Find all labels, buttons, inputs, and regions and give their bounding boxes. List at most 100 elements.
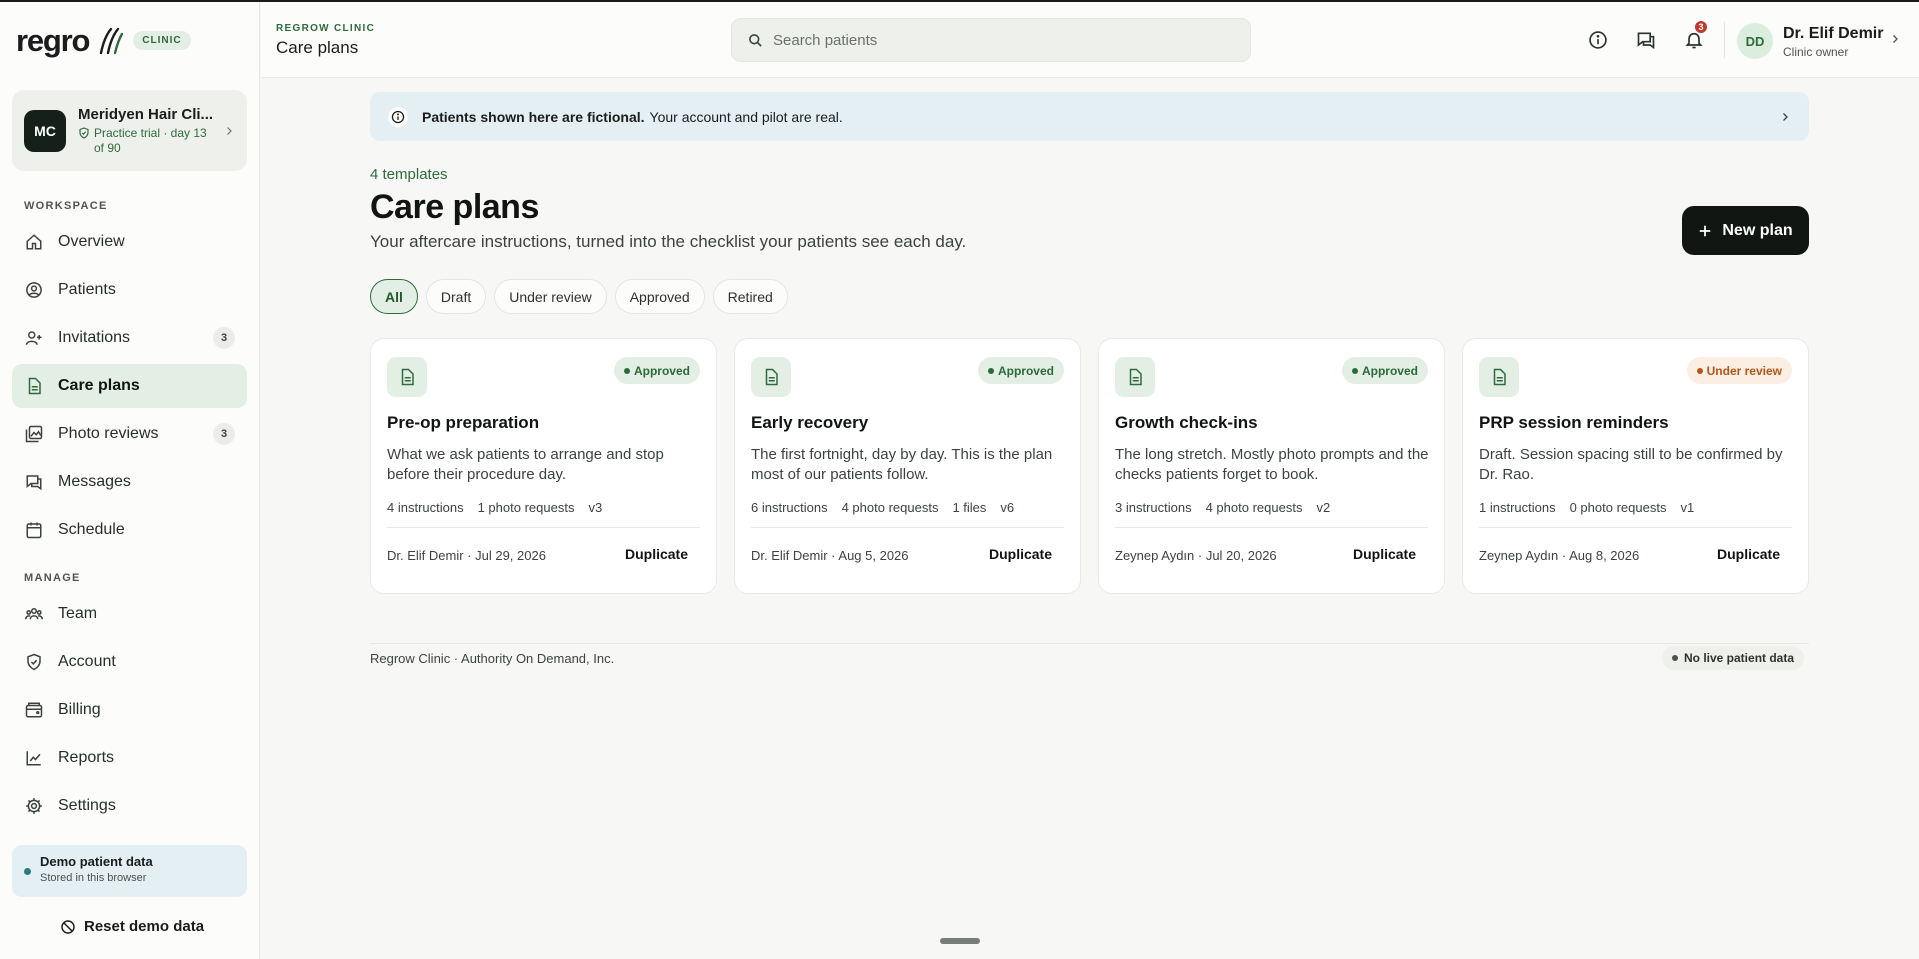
- sidebar-item-label: Care plans: [58, 377, 140, 394]
- user-role: Clinic owner: [1783, 45, 1849, 59]
- meta-instructions: 6 instructions: [751, 500, 828, 515]
- card-description: What we ask patients to arrange and stop…: [387, 446, 664, 483]
- photos-icon: [24, 424, 44, 444]
- search-box[interactable]: [731, 18, 1251, 62]
- messages-button[interactable]: [1634, 28, 1658, 52]
- chat-icon: [1637, 32, 1655, 50]
- fictional-data-banner[interactable]: Patients shown here are fictional. Your …: [370, 92, 1809, 141]
- card-description: The long stretch. Mostly photo prompts a…: [1115, 446, 1429, 483]
- divider: [1724, 22, 1725, 58]
- sidebar-item-settings[interactable]: Settings: [12, 784, 247, 828]
- filter-approved[interactable]: Approved: [614, 279, 705, 314]
- chart-icon: [24, 748, 44, 768]
- care-plan-card[interactable]: Approved Growth check-ins The long stret…: [1098, 338, 1445, 594]
- filter-draft[interactable]: Draft: [425, 279, 487, 314]
- meta-instructions: 4 instructions: [387, 500, 464, 515]
- sidebar-item-reports[interactable]: Reports: [12, 736, 247, 780]
- sidebar-item-messages[interactable]: Messages: [12, 460, 247, 504]
- reset-demo-label: Reset demo data: [84, 918, 205, 935]
- sidebar-item-schedule[interactable]: Schedule: [12, 508, 247, 552]
- avatar[interactable]: DD: [1737, 23, 1773, 59]
- clinic-chip: CLINIC: [133, 30, 191, 50]
- sidebar-item-patients[interactable]: Patients: [12, 268, 247, 312]
- sidebar-item-label: Schedule: [58, 521, 125, 538]
- calendar-icon: [24, 520, 44, 540]
- org-trial-text: Practice trial · day 13 of 90: [94, 125, 207, 155]
- sidebar-item-label: Account: [58, 653, 116, 670]
- card-meta: 4 instructions 1 photo requests v3: [387, 500, 700, 528]
- photo-reviews-count-badge: 3: [213, 423, 235, 445]
- filter-all[interactable]: All: [370, 279, 418, 314]
- no-live-data-badge: No live patient data: [1662, 646, 1805, 670]
- card-description: Draft. Session spacing still to be confi…: [1479, 446, 1783, 483]
- user-plus-icon: [24, 328, 44, 348]
- duplicate-button[interactable]: Duplicate: [1353, 546, 1416, 562]
- info-icon: [388, 106, 408, 127]
- card-meta: 1 instructions 0 photo requests v1: [1479, 500, 1792, 528]
- org-avatar: MC: [24, 109, 66, 152]
- meta-photo-requests: 0 photo requests: [1569, 500, 1667, 515]
- status-badge: Under review: [1686, 357, 1792, 384]
- footer-text: Regrow Clinic · Authority On Demand, Inc…: [370, 651, 615, 666]
- sidebar-item-label: Settings: [58, 797, 116, 814]
- reset-demo-button[interactable]: Reset demo data: [60, 918, 204, 935]
- document-icon: [1479, 357, 1519, 397]
- card-title[interactable]: Early recovery: [751, 413, 868, 433]
- meta-version: v6: [1000, 500, 1015, 515]
- status-filters: All Draft Under review Approved Retired: [370, 279, 788, 314]
- duplicate-button[interactable]: Duplicate: [1717, 546, 1780, 562]
- plus-icon: [1700, 225, 1711, 236]
- sidebar-item-team[interactable]: Team: [12, 592, 247, 636]
- card-author-date: Dr. Elif Demir · Jul 29, 2026: [387, 548, 546, 563]
- status-badge: Approved: [1341, 357, 1428, 384]
- care-plan-card[interactable]: Under review PRP session reminders Draft…: [1462, 338, 1809, 594]
- filter-under-review[interactable]: Under review: [494, 279, 607, 314]
- banner-text: Your account and pilot are real.: [649, 108, 843, 125]
- workspace-label: WORKSPACE: [24, 200, 108, 212]
- demo-title: Demo patient data: [40, 854, 153, 869]
- duplicate-button[interactable]: Duplicate: [625, 546, 688, 562]
- care-plan-grid: Approved Pre-op preparation What we ask …: [370, 338, 1809, 594]
- home-icon: [24, 232, 44, 252]
- new-plan-button[interactable]: New plan: [1682, 206, 1809, 255]
- card-title[interactable]: PRP session reminders: [1479, 413, 1669, 433]
- filter-retired[interactable]: Retired: [712, 279, 788, 314]
- page-title: Care plans: [370, 188, 539, 226]
- invitations-count-badge: 3: [213, 327, 235, 349]
- meta-files: 1 files: [952, 500, 987, 515]
- sidebar-item-account[interactable]: Account: [12, 640, 247, 684]
- search-input[interactable]: [773, 31, 1213, 49]
- meta-instructions: 3 instructions: [1115, 500, 1192, 515]
- team-icon: [24, 604, 44, 624]
- org-name: Meridyen Hair Cli...: [78, 105, 214, 123]
- sidebar-item-overview[interactable]: Overview: [12, 220, 247, 264]
- info-button[interactable]: [1586, 28, 1610, 52]
- org-switcher[interactable]: MC Meridyen Hair Cli... Practice trial ·…: [12, 90, 247, 171]
- sidebar-item-care-plans[interactable]: Care plans: [12, 364, 247, 408]
- sidebar-item-billing[interactable]: Billing: [12, 688, 247, 732]
- demo-subtitle: Stored in this browser: [40, 872, 147, 884]
- meta-instructions: 1 instructions: [1479, 500, 1556, 515]
- notifications-button[interactable]: 3: [1682, 20, 1708, 52]
- gear-icon: [24, 796, 44, 816]
- care-plan-card[interactable]: Approved Pre-op preparation What we ask …: [370, 338, 717, 594]
- demo-data-card: Demo patient data Stored in this browser: [12, 845, 247, 897]
- card-title[interactable]: Pre-op preparation: [387, 413, 539, 433]
- sidebar-item-label: Photo reviews: [58, 425, 159, 442]
- duplicate-button[interactable]: Duplicate: [989, 546, 1052, 562]
- document-icon: [1115, 357, 1155, 397]
- user-name[interactable]: Dr. Elif Demir: [1783, 25, 1883, 43]
- user-circle-icon: [24, 280, 44, 300]
- footer-divider: [370, 643, 1809, 644]
- card-meta: 3 instructions 4 photo requests v2: [1115, 500, 1428, 528]
- status-badge: Approved: [613, 357, 700, 384]
- status-badge: Approved: [977, 357, 1064, 384]
- scroll-handle[interactable]: [940, 938, 980, 944]
- care-plan-card[interactable]: Approved Early recovery The first fortni…: [734, 338, 1081, 594]
- shield-check-icon: [79, 126, 89, 139]
- card-title[interactable]: Growth check-ins: [1115, 413, 1258, 433]
- sidebar-item-invitations[interactable]: Invitations 3: [12, 316, 247, 360]
- logo[interactable]: regro CLINIC: [16, 20, 191, 60]
- sidebar-item-photo-reviews[interactable]: Photo reviews 3: [12, 412, 247, 456]
- chevron-right-icon[interactable]: [1889, 33, 1901, 45]
